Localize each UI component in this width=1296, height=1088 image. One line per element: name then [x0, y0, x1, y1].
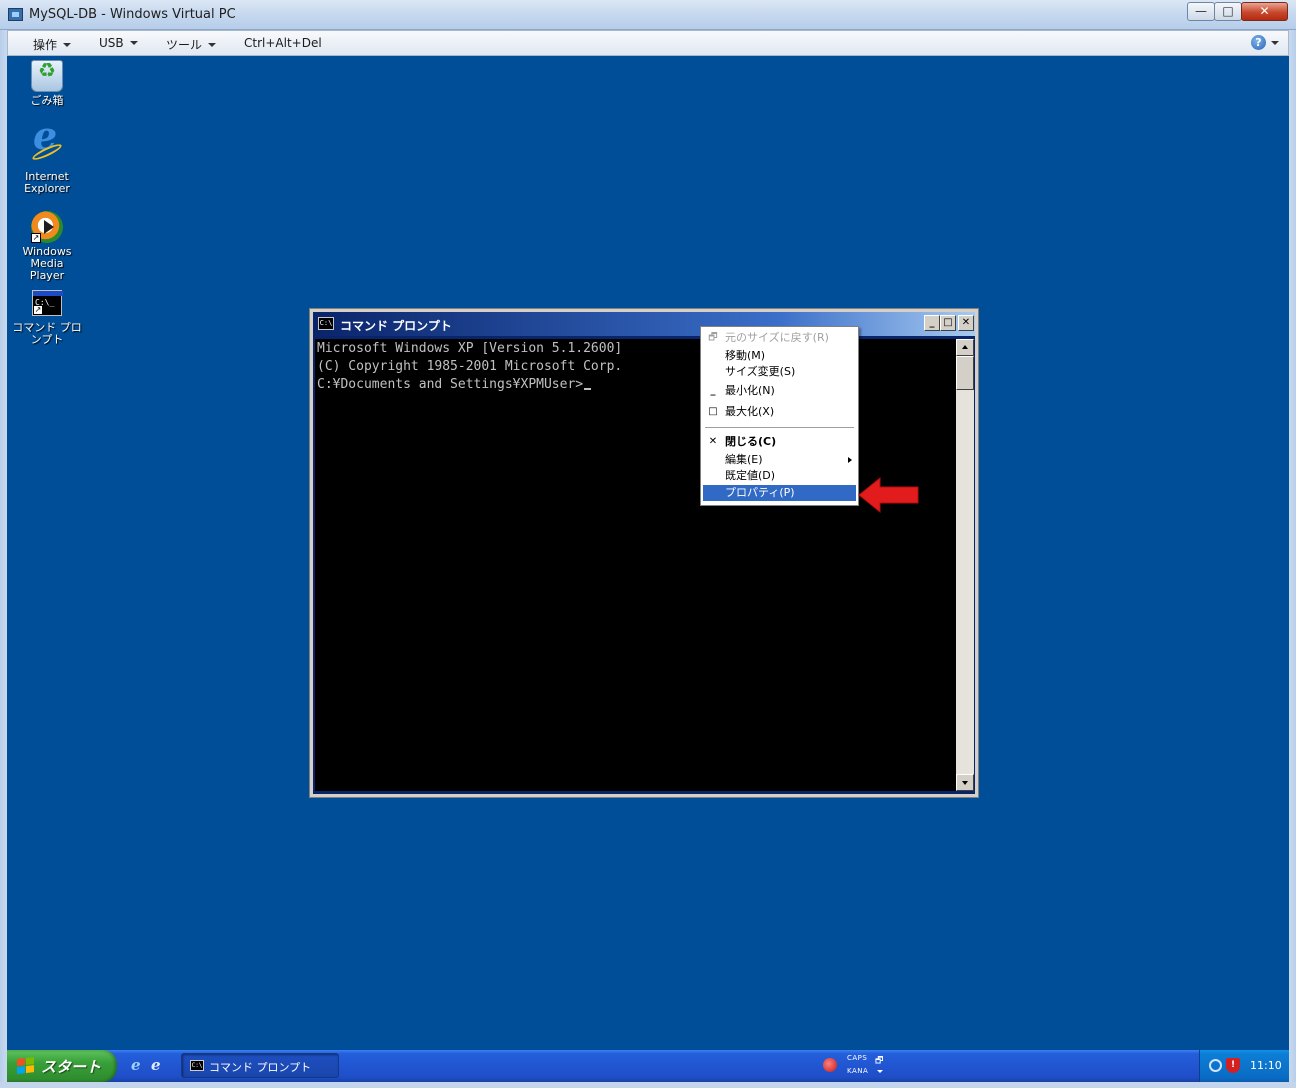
menu-item-size[interactable]: サイズ変更(S) [703, 364, 856, 380]
restore-icon: 🗗 [708, 332, 718, 343]
scroll-up-button[interactable] [956, 339, 974, 356]
desktop-icon-command-prompt[interactable]: ↗ コマンド プロンプト [7, 290, 90, 346]
menu-item-label: 既定値(D) [725, 469, 776, 482]
vertical-scrollbar[interactable] [956, 339, 974, 791]
menu-usb-label: USB [99, 36, 124, 50]
menu-item-label: プロパティ(P) [725, 486, 795, 499]
shortcut-arrow-icon: ↗ [31, 233, 41, 243]
cmd-minimize-button[interactable]: _ [924, 315, 940, 331]
host-frame-bottom [0, 1082, 1296, 1088]
annotation-arrow-icon [858, 476, 919, 514]
help-icon[interactable]: ? [1251, 35, 1266, 50]
host-close-button[interactable]: ✕ [1241, 2, 1288, 21]
menu-item-close[interactable]: ✕ 閉じる(C) [703, 434, 856, 450]
start-button[interactable]: スタート [7, 1050, 117, 1082]
menu-ctrl-alt-del[interactable]: Ctrl+Alt+Del [244, 36, 322, 50]
system-tray: ! 11:10 [1199, 1050, 1289, 1082]
menu-item-label: 移動(M) [725, 349, 766, 362]
menu-item-move[interactable]: 移動(M) [703, 348, 856, 364]
recycle-bin-icon [31, 60, 63, 92]
taskbar-item-command-prompt[interactable]: C:\ コマンド プロンプト [181, 1053, 339, 1078]
windows-logo-icon [17, 1057, 35, 1075]
command-prompt-window: C:\ コマンド プロンプト _ □ ✕ Microsoft Windows X… [309, 308, 979, 798]
menu-item-edit[interactable]: 編集(E) [703, 452, 856, 468]
desktop-icon-label: Internet Explorer [24, 170, 70, 195]
host-menu-bar: 操作 USB ツール Ctrl+Alt+Del ? [7, 30, 1289, 56]
language-bar[interactable]: CAPS KANA 🗗 [823, 1052, 889, 1080]
scroll-thumb[interactable] [956, 356, 974, 390]
host-maximize-button[interactable]: □ [1214, 2, 1242, 21]
menu-usb[interactable]: USB [99, 36, 138, 50]
desktop-icon-label: ごみ箱 [30, 94, 64, 107]
system-menu: 🗗 元のサイズに戻す(R) 移動(M) サイズ変更(S) _ 最小化(N) □ … [700, 326, 859, 506]
kana-indicator[interactable]: KANA [847, 1067, 868, 1075]
clock[interactable]: 11:10 [1250, 1059, 1282, 1072]
host-frame-left [0, 30, 7, 1088]
desktop-icon-label: Windows Media Player [22, 245, 72, 282]
ime-icon[interactable] [823, 1058, 837, 1072]
chevron-down-icon [208, 43, 217, 47]
chevron-down-icon [63, 43, 72, 47]
maximize-icon: □ [708, 406, 718, 417]
desktop-icon-windows-media-player[interactable]: ↗ Windows Media Player [7, 211, 90, 282]
menu-item-label: 元のサイズに戻す(R) [725, 331, 829, 344]
text-cursor [584, 388, 592, 390]
submenu-arrow-icon [848, 457, 852, 463]
scroll-down-button[interactable] [956, 774, 974, 791]
desktop-icon-recycle-bin[interactable]: ごみ箱 [7, 60, 90, 107]
cmd-window-title: コマンド プロンプト [340, 319, 452, 333]
guest-desktop: ごみ箱 Internet Explorer ↗ Windows Media Pl… [7, 56, 1289, 1082]
virtual-pc-icon [8, 8, 23, 21]
cmd-maximize-button[interactable]: □ [940, 315, 956, 331]
menu-item-label: 閉じる(C) [725, 435, 777, 448]
taskbar-item-label: コマンド プロンプト [209, 1061, 312, 1074]
minimize-icon: _ [710, 385, 716, 396]
command-prompt-icon: ↗ [32, 290, 63, 316]
menu-tools-label: ツール [166, 38, 203, 52]
host-title-bar: MySQL-DB - Windows Virtual PC — □ ✕ [0, 0, 1296, 30]
menu-separator [705, 427, 854, 428]
host-window-title: MySQL-DB - Windows Virtual PC [29, 7, 236, 22]
host-frame-right [1289, 30, 1296, 1088]
restore-icon[interactable]: 🗗 [875, 1053, 883, 1069]
desktop-icon-label: コマンド プロンプト [12, 321, 82, 346]
close-icon: ✕ [708, 436, 718, 447]
chevron-down-icon [129, 41, 138, 45]
menu-item-minimize[interactable]: _ 最小化(N) [703, 383, 856, 399]
desktop-icon-internet-explorer[interactable]: Internet Explorer [7, 130, 90, 195]
shortcut-arrow-icon: ↗ [33, 305, 43, 315]
menu-item-label: 最大化(X) [725, 405, 775, 418]
taskbar: スタート e e C:\ コマンド プロンプト CAPS KANA 🗗 ! 11… [7, 1050, 1289, 1082]
annotation-arrow-shape [858, 476, 919, 514]
menu-item-label: 最小化(N) [725, 384, 775, 397]
menu-actions-label: 操作 [33, 38, 58, 52]
internet-explorer-icon [31, 130, 63, 168]
media-player-icon: ↗ [31, 211, 63, 243]
menu-actions[interactable]: 操作 [33, 36, 72, 53]
start-label: スタート [41, 1058, 102, 1076]
quick-launch-browser-icon[interactable]: e [151, 1057, 167, 1073]
host-minimize-button[interactable]: — [1187, 2, 1215, 21]
menu-item-maximize[interactable]: □ 最大化(X) [703, 404, 856, 420]
console-prompt: C:¥Documents and Settings¥XPMUser> [317, 377, 584, 392]
menu-item-label: 編集(E) [725, 453, 763, 466]
cmd-close-button[interactable]: ✕ [958, 315, 974, 331]
menu-ctrl-alt-del-label: Ctrl+Alt+Del [244, 36, 322, 50]
security-shield-icon[interactable]: ! [1226, 1058, 1240, 1073]
console-icon[interactable]: C:\ [318, 317, 334, 330]
menu-item-properties[interactable]: プロパティ(P) [703, 485, 856, 501]
chevron-down-icon[interactable] [877, 1070, 883, 1073]
network-icon[interactable] [1209, 1059, 1222, 1072]
quick-launch-ie-icon[interactable]: e [131, 1057, 147, 1073]
menu-item-defaults[interactable]: 既定値(D) [703, 468, 856, 484]
menu-tools[interactable]: ツール [166, 36, 217, 53]
chevron-down-icon[interactable] [1271, 41, 1279, 45]
cmd-title-bar[interactable]: C:\ コマンド プロンプト _ □ ✕ [313, 312, 975, 336]
menu-item-restore[interactable]: 🗗 元のサイズに戻す(R) [703, 330, 856, 346]
menu-item-label: サイズ変更(S) [725, 365, 796, 378]
caps-indicator[interactable]: CAPS [847, 1054, 867, 1062]
console-icon: C:\ [190, 1060, 204, 1071]
console-output[interactable]: Microsoft Windows XP [Version 5.1.2600](… [315, 339, 956, 791]
